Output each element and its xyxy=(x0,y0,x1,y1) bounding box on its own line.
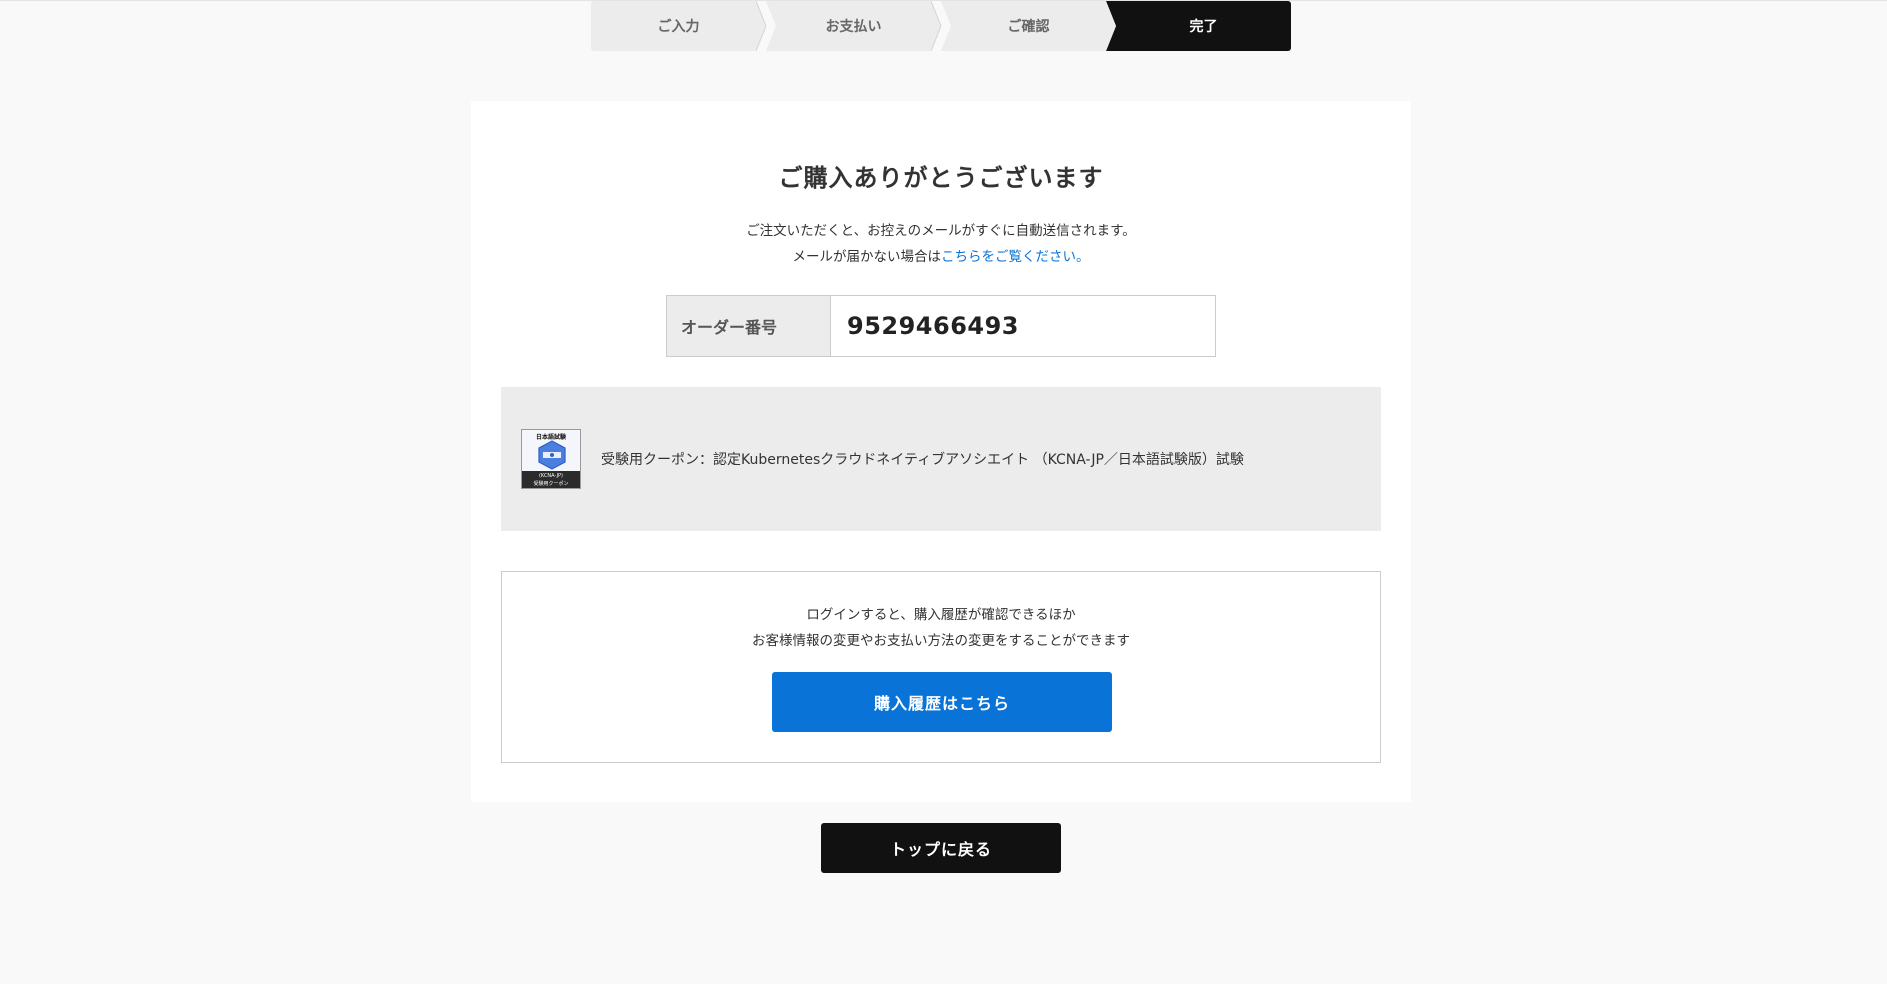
login-prompt-box: ログインすると、購入履歴が確認できるほか お客様情報の変更やお支払い方法の変更を… xyxy=(501,571,1381,763)
login-prompt-line-1: ログインすると、購入履歴が確認できるほか xyxy=(806,607,1076,623)
message-line-2: メールが届かない場合はこちらをご覧ください。 xyxy=(471,244,1411,270)
mail-help-link[interactable]: こちらをご覧ください。 xyxy=(941,249,1090,265)
step-confirm: ご確認 xyxy=(941,1,1126,51)
login-prompt-line-2: お客様情報の変更やお支払い方法の変更をすることができます xyxy=(752,633,1130,649)
step-payment-label: お支払い xyxy=(825,19,882,35)
message-line-1: ご注文いただくと、お控えのメールがすぐに自動送信されます。 xyxy=(746,223,1136,239)
step-payment: お支払い xyxy=(766,1,951,51)
step-separator-icon xyxy=(931,1,951,51)
confirmation-card: ご購入ありがとうございます ご注文いただくと、お控えのメールがすぐに自動送信され… xyxy=(471,101,1411,802)
step-separator-icon xyxy=(1106,1,1126,51)
login-prompt-text: ログインすると、購入履歴が確認できるほか お客様情報の変更やお支払い方法の変更を… xyxy=(502,602,1380,654)
product-thumbnail: 日本語試験 (KCNA-JP) 受験用クーポン xyxy=(521,429,581,489)
step-separator-icon xyxy=(756,1,776,51)
step-input-label: ご入力 xyxy=(657,19,700,35)
order-number-value: 9529466493 xyxy=(847,312,1019,340)
checkout-stepper: ご入力 お支払い ご確認 完了 xyxy=(591,1,1291,51)
message-line-2-prefix: メールが届かない場合は xyxy=(792,249,942,265)
thumbnail-footer-line-1: (KCNA-JP) xyxy=(538,473,564,479)
page-title: ご購入ありがとうございます xyxy=(778,164,1104,192)
step-complete-label: 完了 xyxy=(1189,19,1218,35)
order-number-box: オーダー番号 9529466493 xyxy=(666,295,1216,357)
confirmation-message: ご注文いただくと、お控えのメールがすぐに自動送信されます。 メールが届かない場合… xyxy=(471,218,1411,270)
step-input: ご入力 xyxy=(591,1,776,51)
back-to-top-button[interactable]: トップに戻る xyxy=(821,823,1061,873)
product-name: 受験用クーポン：認定Kubernetesクラウドネイティブアソシエイト （KCN… xyxy=(601,452,1244,468)
thumbnail-footer: (KCNA-JP) 受験用クーポン xyxy=(522,471,580,488)
product-item: 日本語試験 (KCNA-JP) 受験用クーポン 受験用クーポン：認定Kubern… xyxy=(501,387,1381,531)
purchase-history-button[interactable]: 購入履歴はこちら xyxy=(772,672,1112,732)
step-complete: 完了 xyxy=(1116,1,1291,51)
order-number-label: オーダー番号 xyxy=(667,296,831,356)
thumbnail-footer-line-2: 受験用クーポン xyxy=(533,481,569,487)
kubernetes-badge-icon xyxy=(538,440,566,470)
step-confirm-label: ご確認 xyxy=(1007,19,1050,35)
